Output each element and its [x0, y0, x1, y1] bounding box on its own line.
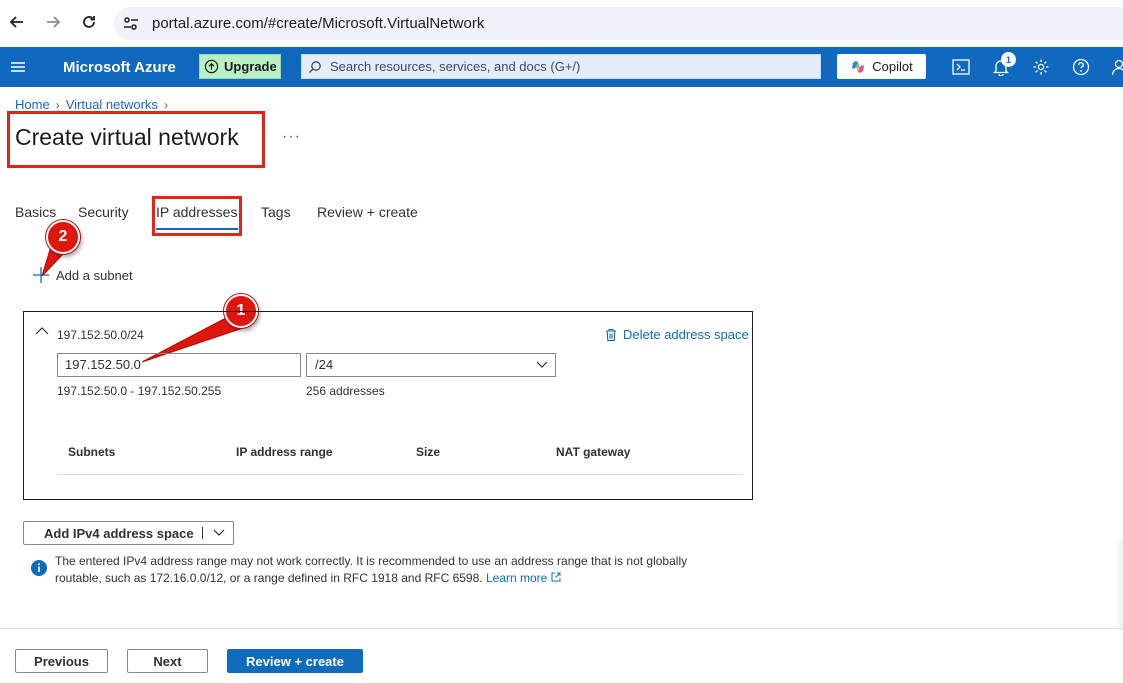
learn-more-link[interactable]: Learn more [486, 571, 561, 585]
add-ipv4-label: Add IPv4 address space [44, 525, 194, 541]
chevron-up-icon[interactable] [35, 324, 49, 339]
column-header-ip-range: IP address range [236, 445, 333, 459]
column-header-size: Size [416, 445, 441, 459]
delete-address-space-label: Delete address space [623, 327, 749, 342]
address-space-ip-input[interactable]: 197.152.50.0 [57, 353, 301, 377]
subnet-mask-dropdown[interactable]: /24 [306, 353, 556, 377]
column-header-subnets: Subnets [68, 445, 116, 459]
add-ipv4-address-space-button[interactable]: Add IPv4 address space [23, 521, 234, 545]
address-count-text: 256 addresses [306, 384, 385, 398]
learn-more-label: Learn more [485, 571, 548, 585]
trash-icon [606, 328, 616, 341]
column-header-nat-gateway: NAT gateway [556, 445, 631, 459]
chevron-down-icon [536, 361, 548, 368]
table-divider [57, 474, 743, 475]
info-icon [31, 560, 47, 579]
footer-divider [0, 628, 1123, 629]
scroll-shadow [1115, 540, 1123, 630]
subnet-mask-value: /24 [315, 357, 334, 372]
next-button[interactable]: Next [127, 649, 208, 673]
previous-button[interactable]: Previous [15, 649, 108, 673]
chevron-down-icon[interactable] [213, 529, 225, 537]
review-create-button[interactable]: Review + create [227, 649, 363, 673]
warning-line-2: routable, such as 172.16.0.0/12, or a ra… [55, 571, 483, 585]
warning-line-1: The entered IPv4 address range may not w… [55, 554, 688, 568]
split-button-divider [202, 527, 203, 539]
address-range-text: 197.152.50.0 - 197.152.50.255 [57, 384, 222, 398]
address-space-cidr: 197.152.50.0/24 [57, 328, 144, 342]
step-marker-2: 2 [46, 220, 80, 254]
external-link-icon [551, 572, 561, 582]
delete-address-space-button[interactable]: Delete address space [605, 327, 749, 342]
address-range-warning: The entered IPv4 address range may not w… [55, 553, 775, 587]
